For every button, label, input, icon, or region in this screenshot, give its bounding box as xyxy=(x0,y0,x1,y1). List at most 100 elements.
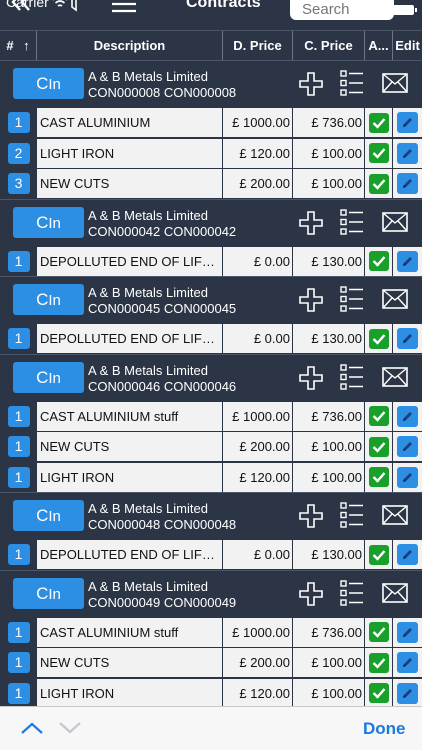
plus-icon[interactable] xyxy=(298,365,324,391)
chevron-up-icon[interactable] xyxy=(20,721,44,735)
row-number-badge[interactable]: 1 xyxy=(7,405,30,427)
table-row[interactable]: 1 DEPOLLUTED END OF LIFE VE... £ 0.00 £ … xyxy=(0,323,422,354)
table-row[interactable]: 1 DEPOLLUTED END OF LIFE VE... £ 0.00 £ … xyxy=(0,539,422,570)
row-number-badge[interactable]: 1 xyxy=(7,112,30,133)
pencil-icon xyxy=(403,472,412,482)
edit-button[interactable] xyxy=(397,466,418,488)
plus-icon[interactable] xyxy=(298,287,324,313)
contracts-list[interactable]: CIn A & B Metals Limited CON000008 CON00… xyxy=(0,60,422,706)
approved-checkbox[interactable] xyxy=(368,173,389,194)
hamburger-icon[interactable] xyxy=(110,0,138,14)
approved-checkbox[interactable] xyxy=(368,622,389,642)
edit-button[interactable] xyxy=(397,436,418,457)
list-icon[interactable] xyxy=(340,208,364,236)
approved-checkbox[interactable] xyxy=(368,436,389,457)
edit-button[interactable] xyxy=(397,142,418,164)
item-c-price: £ 736.00 xyxy=(293,617,365,647)
check-in-button[interactable]: CIn xyxy=(13,68,84,99)
table-row[interactable]: 2 LIGHT IRON £ 120.00 £ 100.00 xyxy=(0,137,422,168)
check-in-button[interactable]: CIn xyxy=(13,361,84,393)
envelope-icon[interactable] xyxy=(382,366,408,387)
chevron-down-icon[interactable] xyxy=(58,721,82,735)
item-d-price: £ 120.00 xyxy=(223,678,293,706)
item-description: LIGHT IRON xyxy=(37,138,223,168)
approved-checkbox[interactable] xyxy=(368,406,389,426)
approved-checkbox[interactable] xyxy=(368,467,389,487)
approved-checkbox[interactable] xyxy=(368,112,389,133)
edit-button[interactable] xyxy=(397,173,418,194)
column-c-price[interactable]: C. Price xyxy=(293,31,365,61)
list-icon[interactable] xyxy=(340,69,364,97)
table-row[interactable]: 1 CAST ALUMINIUM stuff £ 1000.00 £ 736.0… xyxy=(0,616,422,647)
item-c-price: £ 100.00 xyxy=(293,432,365,461)
approved-checkbox[interactable] xyxy=(368,328,389,349)
table-row[interactable]: 1 LIGHT IRON £ 120.00 £ 100.00 xyxy=(0,461,422,492)
table-row[interactable]: 3 NEW CUTS £ 200.00 £ 100.00 xyxy=(0,168,422,199)
approved-checkbox[interactable] xyxy=(368,652,389,673)
edit-button[interactable] xyxy=(397,652,418,673)
done-button[interactable]: Done xyxy=(363,719,406,739)
table-row[interactable]: 1 CAST ALUMINIUM £ 1000.00 £ 736.00 xyxy=(0,107,422,138)
list-icon[interactable] xyxy=(340,363,364,391)
column-approved[interactable]: A... xyxy=(365,31,393,61)
row-number-badge[interactable]: 1 xyxy=(7,466,30,488)
table-row[interactable]: 1 CAST ALUMINIUM stuff £ 1000.00 £ 736.0… xyxy=(0,400,422,431)
pencil-icon xyxy=(403,550,412,559)
list-icon[interactable] xyxy=(340,285,364,313)
table-row[interactable]: 1 LIGHT IRON £ 120.00 £ 100.00 xyxy=(0,677,422,706)
approved-checkbox[interactable] xyxy=(368,683,389,703)
table-row[interactable]: 1 DEPOLLUTED END OF LIFE VE... £ 0.00 £ … xyxy=(0,245,422,276)
envelope-icon[interactable] xyxy=(382,289,408,309)
plus-icon[interactable] xyxy=(298,71,324,97)
edit-button[interactable] xyxy=(397,544,418,565)
check-in-button[interactable]: CIn xyxy=(13,284,84,315)
row-number-badge[interactable]: 1 xyxy=(7,682,30,704)
envelope-icon[interactable] xyxy=(382,582,408,603)
search-input[interactable] xyxy=(290,0,394,20)
approved-checkbox[interactable] xyxy=(368,143,389,163)
row-number-badge[interactable]: 2 xyxy=(7,142,30,164)
row-number-badge[interactable]: 1 xyxy=(7,436,30,457)
edit-button[interactable] xyxy=(397,621,418,643)
edit-button[interactable] xyxy=(397,682,418,704)
item-description: CAST ALUMINIUM xyxy=(37,108,223,137)
approved-checkbox[interactable] xyxy=(368,544,389,565)
plus-icon[interactable] xyxy=(298,210,324,236)
row-number-badge[interactable]: 1 xyxy=(7,250,30,272)
edit-button[interactable] xyxy=(397,405,418,427)
column-number[interactable]: # ↑ xyxy=(0,31,37,61)
plus-icon[interactable] xyxy=(298,503,324,529)
column-edit[interactable]: Edit xyxy=(393,31,422,61)
column-d-price[interactable]: D. Price xyxy=(223,31,293,61)
plus-icon[interactable] xyxy=(298,581,324,607)
approved-checkbox[interactable] xyxy=(368,251,389,271)
list-icon[interactable] xyxy=(340,579,364,607)
row-number-badge[interactable]: 1 xyxy=(7,652,30,673)
table-row[interactable]: 1 NEW CUTS £ 200.00 £ 100.00 xyxy=(0,431,422,462)
edit-button[interactable] xyxy=(397,250,418,272)
check-in-button[interactable]: CIn xyxy=(13,206,84,238)
row-number-badge[interactable]: 1 xyxy=(7,328,30,349)
check-icon xyxy=(372,688,385,699)
row-number-badge[interactable]: 3 xyxy=(7,173,30,194)
edit-button[interactable] xyxy=(397,112,418,133)
envelope-icon[interactable] xyxy=(382,505,408,525)
column-header: # ↑ Description D. Price C. Price A... E… xyxy=(0,30,422,61)
check-in-button[interactable]: CIn xyxy=(13,500,84,531)
envelope-icon[interactable] xyxy=(382,73,408,93)
contract-group-header: CIn A & B Metals Limited CON000008 CON00… xyxy=(0,60,422,107)
double-chevron-left-icon[interactable] xyxy=(10,0,34,12)
row-number-badge[interactable]: 1 xyxy=(7,544,30,565)
check-in-button[interactable]: CIn xyxy=(13,577,84,609)
filter-icon[interactable] xyxy=(66,0,82,12)
row-number-badge[interactable]: 1 xyxy=(7,621,30,643)
check-icon xyxy=(372,148,385,159)
list-icon[interactable] xyxy=(340,501,364,529)
check-icon xyxy=(372,178,385,190)
column-description[interactable]: Description xyxy=(37,31,223,61)
company-name: A & B Metals Limited xyxy=(88,285,208,300)
envelope-icon[interactable] xyxy=(382,211,408,232)
edit-button[interactable] xyxy=(397,328,418,349)
table-row[interactable]: 1 NEW CUTS £ 200.00 £ 100.00 xyxy=(0,647,422,678)
pencil-icon xyxy=(403,442,412,451)
